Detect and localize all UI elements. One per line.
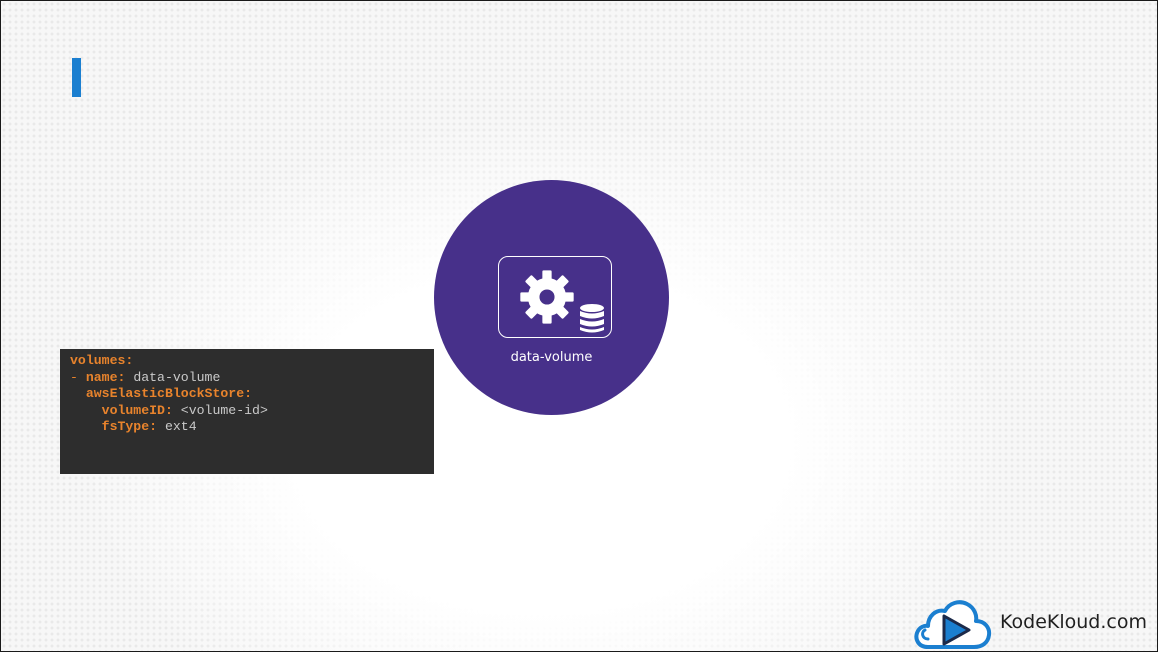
code-key: name: — [85, 369, 126, 385]
code-key: volumes: — [70, 353, 134, 368]
code-line: awsElasticBlockStore: — [70, 386, 434, 403]
code-line: volumeID: <volume-id> — [70, 403, 434, 420]
code-value: <volume-id> — [172, 402, 268, 418]
slide: volumes: - name: data-volume awsElasticB… — [0, 0, 1158, 652]
code-line: fsType: ext4 — [70, 419, 434, 436]
code-block: volumes: - name: data-volume awsElasticB… — [60, 349, 434, 474]
gear-icon — [520, 270, 574, 324]
code-dash — [70, 403, 102, 418]
code-line: volumes: — [70, 353, 434, 370]
code-key: awsElasticBlockStore: — [85, 386, 253, 401]
code-key: fsType: — [101, 419, 158, 434]
database-icon — [580, 304, 604, 333]
code-line: - name: data-volume — [70, 370, 434, 387]
code-value: data-volume — [125, 369, 221, 385]
code-key: volumeID: — [101, 402, 173, 418]
cloud-play-icon — [914, 600, 992, 649]
brand-name: KodeKloud.com — [1000, 611, 1147, 633]
volume-label: data-volume — [510, 350, 593, 365]
title-accent-bar — [72, 58, 81, 97]
code-dash: - — [70, 369, 86, 385]
code-dash — [70, 386, 86, 401]
code-dash — [70, 419, 102, 434]
code-value: ext4 — [157, 419, 197, 434]
